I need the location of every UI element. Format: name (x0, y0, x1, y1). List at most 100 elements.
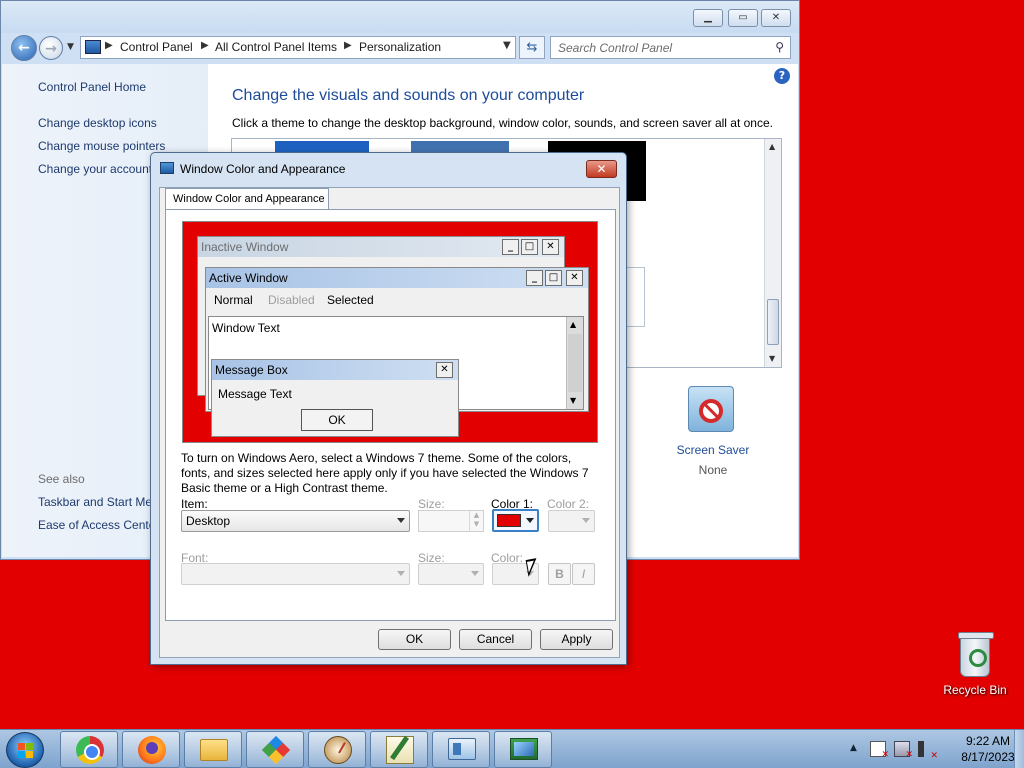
inactive-close-icon: ✕ (542, 239, 559, 255)
menu-selected[interactable]: Selected (327, 293, 374, 307)
clock-date[interactable]: 8/17/2023 (954, 750, 1022, 764)
spinner-arrows-icon: ▲ ▼ (469, 511, 483, 531)
taskbar-personalization[interactable] (494, 731, 552, 768)
message-text[interactable]: Message Text (218, 387, 292, 401)
personalization-icon (510, 738, 538, 760)
taskbar-firefox[interactable] (122, 731, 180, 768)
dropdown-arrow-icon (582, 518, 590, 523)
recycle-bin-icon[interactable] (958, 632, 994, 677)
gauge-app-icon (324, 736, 352, 764)
clock-time[interactable]: 9:22 AM (954, 734, 1022, 748)
taskbar-control-panel[interactable] (432, 731, 490, 768)
page-title: Change the visuals and sounds on your co… (232, 87, 585, 104)
change-desktop-icons-link[interactable]: Change desktop icons (38, 116, 157, 130)
screen-saver-value: None (698, 463, 728, 477)
italic-button[interactable]: I (572, 563, 595, 585)
recent-pages-dropdown-icon[interactable]: ▼ (67, 42, 74, 52)
maximize-button[interactable]: ▭ (728, 9, 758, 27)
message-box-ok-button[interactable]: OK (301, 409, 373, 431)
dropdown-arrow-icon (397, 518, 405, 523)
font-dropdown[interactable] (181, 563, 410, 585)
taskbar-edit-app[interactable] (370, 731, 428, 768)
search-placeholder: Search Control Panel (558, 41, 673, 55)
apply-button[interactable]: Apply (540, 629, 613, 650)
control-panel-icon (448, 738, 476, 760)
color1-swatch (497, 514, 521, 527)
ok-button[interactable]: OK (378, 629, 451, 650)
item-label: Item: (181, 497, 208, 511)
menu-normal[interactable]: Normal (214, 293, 253, 307)
preview-scrollbar[interactable]: ▲ ▼ (566, 317, 583, 409)
page-subtitle: Click a theme to change the desktop back… (232, 116, 773, 130)
scroll-down-icon[interactable]: ▼ (769, 354, 775, 363)
breadcrumb-separator-icon[interactable]: ▶ (105, 40, 113, 51)
taskbar-gauge-app[interactable] (308, 731, 366, 768)
recycle-bin[interactable]: Recycle Bin (940, 630, 1010, 700)
control-panel-titlebar[interactable]: ▁ ▭ ✕ (1, 1, 799, 33)
screen-saver-icon[interactable] (688, 386, 734, 432)
active-close-icon: ✕ (566, 270, 583, 286)
item-value: Desktop (186, 514, 231, 528)
minimize-button[interactable]: ▁ (693, 9, 723, 27)
aero-info-text: To turn on Windows Aero, select a Window… (181, 451, 589, 495)
tab-window-color-appearance[interactable]: Window Color and Appearance (165, 188, 329, 210)
network-icon[interactable] (894, 741, 913, 760)
bold-button[interactable]: B (548, 563, 571, 585)
scroll-up-icon: ▲ (570, 320, 577, 329)
active-maximize-icon: □ (545, 270, 562, 286)
show-desktop-button[interactable] (1014, 730, 1024, 768)
inactive-maximize-icon: □ (521, 239, 538, 255)
address-bar[interactable]: ▶ Control Panel ▶ All Control Panel Item… (80, 36, 516, 59)
taskbar-file-explorer[interactable] (184, 731, 242, 768)
dialog-title: Window Color and Appearance (180, 162, 346, 176)
color2-picker[interactable] (548, 510, 595, 532)
breadcrumb-separator-icon[interactable]: ▶ (344, 40, 352, 51)
cancel-button[interactable]: Cancel (459, 629, 532, 650)
screen-saver-label[interactable]: Screen Saver (671, 443, 755, 457)
refresh-button[interactable]: ⇆ (519, 36, 545, 59)
gems-app-icon (261, 735, 291, 765)
search-icon[interactable]: ⚲ (775, 40, 784, 54)
change-mouse-pointers-link[interactable]: Change mouse pointers (38, 139, 165, 153)
taskbar-start-menu-link[interactable]: Taskbar and Start Menu (38, 495, 165, 509)
scroll-up-icon[interactable]: ▲ (769, 142, 775, 151)
message-box-title[interactable]: Message Box (212, 360, 458, 380)
dialog-close-button[interactable]: ✕ (586, 160, 617, 178)
dropdown-arrow-icon (471, 571, 479, 576)
menu-disabled[interactable]: Disabled (268, 293, 315, 307)
dropdown-arrow-icon (526, 518, 534, 523)
scroll-thumb[interactable] (767, 299, 779, 345)
color1-picker[interactable] (492, 509, 539, 532)
breadcrumb-control-panel[interactable]: Control Panel (120, 40, 193, 54)
ease-of-access-link[interactable]: Ease of Access Center (38, 518, 159, 532)
file-explorer-icon (200, 739, 228, 761)
breadcrumb-personalization[interactable]: Personalization (359, 40, 441, 54)
theme-list-scrollbar[interactable]: ▲ ▼ (764, 139, 781, 367)
action-center-icon[interactable] (870, 741, 889, 760)
close-button[interactable]: ✕ (761, 9, 791, 27)
theme-thumbnail[interactable] (625, 267, 645, 327)
start-button[interactable] (6, 732, 44, 768)
screen-saver-setting[interactable]: Screen Saver None (671, 386, 755, 481)
message-box-close-icon: ✕ (436, 362, 453, 378)
search-input[interactable]: Search Control Panel ⚲ (550, 36, 791, 59)
font-size-dropdown[interactable] (418, 563, 484, 585)
taskbar-chrome[interactable] (60, 731, 118, 768)
recycle-bin-label[interactable]: Recycle Bin (940, 683, 1010, 697)
item-dropdown[interactable]: Desktop (181, 510, 410, 532)
item-size-stepper[interactable]: ▲ ▼ (418, 510, 484, 532)
window-text[interactable]: Window Text (212, 321, 280, 335)
volume-icon[interactable] (918, 741, 938, 761)
address-dropdown-icon[interactable]: ▼ (503, 40, 511, 51)
taskbar-gems-app[interactable] (246, 731, 304, 768)
breadcrumb-all-items[interactable]: All Control Panel Items (215, 40, 337, 54)
back-button[interactable]: ← (11, 35, 37, 61)
appearance-preview[interactable]: Inactive Window _ □ ✕ Active Window _ □ … (182, 221, 598, 443)
control-panel-home-link[interactable]: Control Panel Home (38, 80, 146, 94)
help-icon[interactable]: ? (774, 68, 790, 84)
forward-button[interactable]: → (39, 36, 63, 60)
show-hidden-icons-icon[interactable]: ▲ (850, 743, 857, 753)
firefox-icon (138, 736, 166, 764)
breadcrumb-separator-icon[interactable]: ▶ (201, 40, 209, 51)
message-box-preview[interactable]: Message Box ✕ Message Text OK (211, 359, 459, 437)
